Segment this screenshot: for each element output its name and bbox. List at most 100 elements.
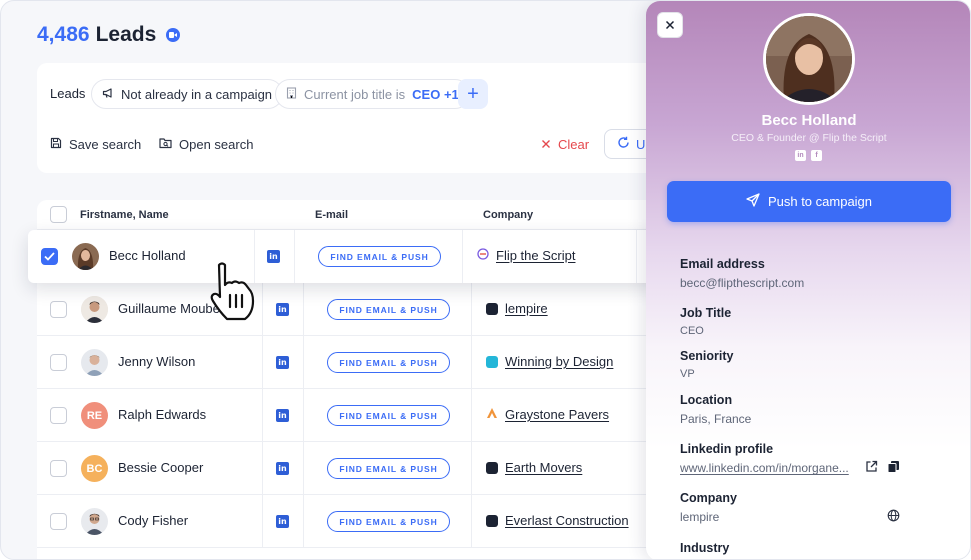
avatar: BC (81, 455, 108, 482)
company-name: lempire (505, 301, 548, 316)
filter-chip-job-title[interactable]: Current job title is CEO +1 (275, 79, 470, 109)
find-email-push-button[interactable]: FIND EMAIL & PUSH (327, 299, 450, 320)
column-divider (303, 495, 304, 547)
column-divider (636, 230, 637, 283)
column-divider (294, 230, 295, 283)
column-divider (471, 442, 472, 494)
video-icon[interactable] (166, 28, 181, 42)
column-divider (471, 495, 472, 547)
column-divider (303, 389, 304, 441)
column-header-email: E-mail (315, 209, 349, 221)
update-label: U (636, 136, 646, 152)
linkedin-icon[interactable]: in (276, 462, 289, 475)
add-filter-button[interactable]: + (458, 79, 488, 109)
field-value: lempire (680, 510, 720, 524)
save-search-label: Save search (69, 137, 142, 152)
company-link[interactable]: Winning by Design (486, 354, 613, 369)
table-row[interactable]: Jenny Wilson in FIND EMAIL & PUSH Winnin… (37, 336, 677, 389)
company-link[interactable]: Everlast Construction (486, 513, 629, 528)
find-email-push-button[interactable]: FIND EMAIL & PUSH (327, 405, 450, 426)
linkedin-profile-link[interactable]: www.linkedin.com/in/morgane... (680, 461, 849, 475)
building-icon (286, 86, 297, 102)
row-checkbox[interactable] (50, 301, 67, 318)
lead-name: Ralph Edwards (118, 407, 207, 422)
linkedin-icon[interactable]: in (276, 303, 289, 316)
row-checkbox[interactable] (50, 407, 67, 424)
social-links: in f (795, 150, 822, 161)
table-row[interactable]: Cody Fisher in FIND EMAIL & PUSH Everlas… (37, 495, 677, 548)
company-name: Winning by Design (505, 354, 614, 369)
field-label: Industry (680, 541, 730, 555)
selected-table-row[interactable]: Becc Holland in FIND EMAIL & PUSH Flip t… (28, 230, 688, 283)
copy-icon[interactable] (887, 460, 900, 478)
find-email-push-button[interactable]: FIND EMAIL & PUSH (327, 511, 450, 532)
field-value: Paris, France (680, 412, 752, 426)
row-checkbox-checked[interactable] (41, 248, 58, 265)
find-email-push-button[interactable]: FIND EMAIL & PUSH (327, 352, 450, 373)
clear-label: Clear (558, 137, 590, 152)
external-link-icon[interactable] (865, 460, 878, 478)
company-logo-icon (477, 248, 489, 263)
avatar (81, 296, 108, 323)
globe-icon[interactable] (887, 509, 900, 527)
column-divider (262, 495, 263, 547)
field-label: Seniority (680, 349, 734, 363)
close-icon (541, 137, 551, 152)
folder-search-icon (159, 137, 172, 152)
linkedin-icon[interactable]: in (276, 409, 289, 422)
company-link[interactable]: Flip the Script (477, 248, 575, 263)
company-name: Flip the Script (496, 248, 576, 263)
column-header-company: Company (483, 209, 534, 221)
linkedin-icon[interactable]: in (276, 515, 289, 528)
linkedin-icon[interactable]: in (276, 356, 289, 369)
company-logo-icon (486, 355, 498, 368)
filter-chip-job-value: CEO +1 (412, 86, 459, 102)
company-logo-icon (486, 407, 498, 422)
avatar (72, 243, 99, 270)
avatar: RE (81, 402, 108, 429)
company-logo-icon (486, 302, 498, 315)
column-divider (262, 336, 263, 388)
column-divider (471, 283, 472, 335)
save-icon (50, 137, 62, 152)
send-icon (746, 193, 760, 210)
field-industry: Industry (680, 541, 729, 555)
page-title-text: Leads (95, 23, 157, 46)
row-checkbox[interactable] (50, 354, 67, 371)
save-search-button[interactable]: Save search (50, 137, 141, 152)
field-label: Location (680, 393, 733, 407)
field-linkedin: Linkedin profile www.linkedin.com/in/mor… (680, 442, 849, 475)
company-link[interactable]: lempire (486, 301, 548, 316)
row-checkbox[interactable] (50, 513, 67, 530)
linkedin-icon[interactable]: in (267, 250, 280, 263)
field-email: Email address becc@flipthescript.com (680, 257, 804, 290)
facebook-icon[interactable]: f (811, 150, 822, 161)
filter-chip-campaign[interactable]: Not already in a campaign (91, 79, 284, 109)
table-row[interactable]: Guillaume Moubeche in FIND EMAIL & PUSH … (37, 283, 677, 336)
close-panel-button[interactable] (657, 12, 683, 38)
row-checkbox[interactable] (50, 460, 67, 477)
company-link[interactable]: Graystone Pavers (486, 407, 609, 422)
column-divider (303, 336, 304, 388)
lead-name: Jenny Wilson (118, 354, 196, 369)
table-header: Firstname, Name E-mail Company (37, 200, 677, 230)
push-to-campaign-label: Push to campaign (767, 194, 873, 209)
find-email-push-button[interactable]: FIND EMAIL & PUSH (318, 246, 441, 267)
company-link[interactable]: Earth Movers (486, 460, 582, 475)
column-divider (471, 336, 472, 388)
table-row[interactable]: BC Bessie Cooper in FIND EMAIL & PUSH Ea… (37, 442, 677, 495)
open-search-button[interactable]: Open search (159, 137, 253, 152)
profile-name: Becc Holland (761, 112, 857, 129)
field-value[interactable]: becc@flipthescript.com (680, 276, 804, 290)
linkedin-icon[interactable]: in (795, 150, 806, 161)
push-to-campaign-button[interactable]: Push to campaign (667, 181, 951, 222)
clear-button[interactable]: Clear (541, 137, 589, 152)
table-row[interactable]: RE Ralph Edwards in FIND EMAIL & PUSH Gr… (37, 389, 677, 442)
close-icon (665, 20, 675, 30)
select-all-checkbox[interactable] (50, 206, 67, 223)
column-divider (262, 283, 263, 335)
company-logo-icon (486, 514, 498, 527)
find-email-push-button[interactable]: FIND EMAIL & PUSH (327, 458, 450, 479)
field-label: Job Title (680, 306, 732, 320)
open-search-label: Open search (179, 137, 254, 152)
